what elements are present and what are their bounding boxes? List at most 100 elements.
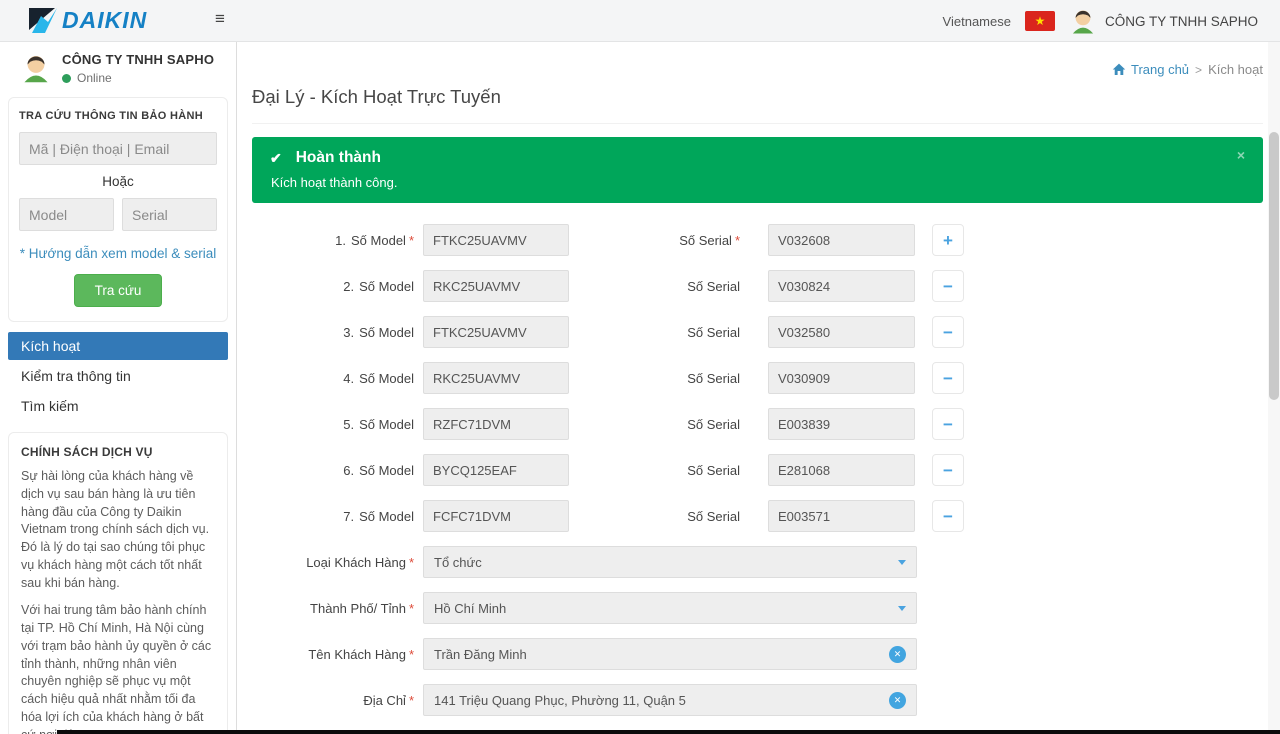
model-input[interactable] [423, 316, 569, 348]
remove-row-button[interactable]: − [932, 362, 964, 394]
field-input[interactable]: Trần Đăng Minh ✕ [423, 638, 917, 670]
lookup-model-input[interactable] [19, 198, 114, 231]
bottom-edge-strip [57, 730, 1280, 734]
hamburger-menu-icon[interactable]: ≡ [215, 9, 225, 29]
or-label: Hoặc [19, 174, 217, 189]
remove-row-button[interactable]: − [932, 316, 964, 348]
add-row-button[interactable]: + [932, 224, 964, 256]
field-value: 141 Triệu Quang Phục, Phường 11, Quận 5 [434, 693, 881, 708]
clear-field-icon[interactable]: ✕ [889, 692, 906, 709]
alert-close-icon[interactable]: × [1237, 147, 1245, 163]
model-label: 2.Số Model [252, 279, 423, 294]
model-input[interactable] [423, 454, 569, 486]
scrollbar-thumb[interactable] [1269, 132, 1279, 400]
product-row: 2.Số Model Số Serial − [252, 270, 1263, 302]
serial-label: Số Serial* [569, 233, 768, 248]
field-label: Thành Phố/ Tỉnh* [252, 601, 423, 616]
daikin-logo-icon [28, 7, 58, 34]
sidebar-menu-item[interactable]: Tìm kiếm [8, 392, 228, 420]
breadcrumb-home-link[interactable]: Trang chủ [1112, 62, 1189, 77]
product-row: 4.Số ModelSố Serial− [252, 362, 1263, 394]
serial-input[interactable] [768, 224, 915, 256]
avatar [20, 52, 52, 84]
main-content: Trang chủ > Kích hoạt Đại Lý - Kích Hoạt… [237, 42, 1280, 734]
serial-input[interactable] [768, 362, 915, 394]
customer-field-row: Loại Khách Hàng* Tổ chức [252, 546, 1263, 578]
model-label: 7.Số Model [252, 509, 423, 524]
sidebar-menu: Kích hoạtKiểm tra thông tinTìm kiếm [8, 332, 228, 420]
field-value: Tổ chức [434, 555, 890, 570]
sidebar-user-panel: CÔNG TY TNHH SAPHO Online [0, 42, 236, 91]
customer-field-row: Thành Phố/ Tỉnh* Hồ Chí Minh [252, 592, 1263, 624]
product-row: 7.Số Model Số Serial − [252, 500, 1263, 532]
warranty-lookup-panel: TRA CỨU THÔNG TIN BẢO HÀNH Hoặc * Hướng … [8, 97, 228, 322]
clear-field-icon[interactable]: ✕ [889, 646, 906, 663]
sidebar-menu-item[interactable]: Kiểm tra thông tin [8, 362, 228, 390]
field-input[interactable]: 141 Triệu Quang Phục, Phường 11, Quận 5 ✕ [423, 684, 917, 716]
activation-form: 1.Số Model* Số Serial* +2.Số Model Số Seria… [252, 224, 1263, 734]
page-scrollbar[interactable] [1268, 42, 1280, 734]
field-label: Địa Chỉ* [252, 693, 423, 708]
success-alert: ✔ Hoàn thành Kích hoạt thành công. × [252, 137, 1263, 203]
brand-text: DAIKIN [62, 7, 147, 34]
policy-paragraph: Với hai trung tâm bảo hành chính tại TP.… [21, 602, 215, 734]
field-value: Trần Đăng Minh [434, 647, 881, 662]
user-menu[interactable]: CÔNG TY TNHH SAPHO [1069, 7, 1258, 35]
model-label: 5.Số Model [252, 417, 423, 432]
serial-label: Số Serial [569, 371, 768, 386]
serial-label: Số Serial [569, 325, 768, 340]
serial-label: Số Serial [569, 279, 768, 294]
serial-input[interactable] [768, 270, 915, 302]
sidebar-menu-item[interactable]: Kích hoạt [8, 332, 228, 360]
serial-input[interactable] [768, 316, 915, 348]
model-serial-guide-link[interactable]: * Hướng dẫn xem model & serial [19, 246, 217, 261]
alert-message: Kích hoạt thành công. [271, 175, 1245, 190]
alert-title: Hoàn thành [296, 149, 381, 167]
field-label: Tên Khách Hàng* [252, 647, 423, 662]
chevron-down-icon [898, 560, 906, 565]
remove-row-button[interactable]: − [932, 408, 964, 440]
lookup-serial-input[interactable] [122, 198, 217, 231]
sidebar-user-name: CÔNG TY TNHH SAPHO [62, 52, 214, 67]
lookup-panel-title: TRA CỨU THÔNG TIN BẢO HÀNH [19, 110, 217, 122]
serial-label: Số Serial [569, 417, 768, 432]
breadcrumb: Trang chủ > Kích hoạt [252, 62, 1263, 77]
model-input[interactable] [423, 270, 569, 302]
model-input[interactable] [423, 500, 569, 532]
serial-label: Số Serial [569, 463, 768, 478]
page-title: Đại Lý - Kích Hoạt Trực Tuyến [252, 86, 1263, 124]
serial-input[interactable] [768, 454, 915, 486]
serial-label: Số Serial [569, 509, 768, 524]
product-row: 1.Số Model* Số Serial* + [252, 224, 1263, 256]
serial-input[interactable] [768, 408, 915, 440]
field-select[interactable]: Hồ Chí Minh [423, 592, 917, 624]
customer-field-row: Tên Khách Hàng* Trần Đăng Minh ✕ [252, 638, 1263, 670]
online-status-icon [62, 74, 71, 83]
remove-row-button[interactable]: − [932, 454, 964, 486]
remove-row-button[interactable]: − [932, 500, 964, 532]
model-input[interactable] [423, 362, 569, 394]
field-value: Hồ Chí Minh [434, 601, 890, 616]
lookup-code-input[interactable] [19, 132, 217, 165]
field-label: Loại Khách Hàng* [252, 555, 423, 570]
policy-paragraph: Sự hài lòng của khách hàng về dịch vụ sa… [21, 468, 215, 592]
product-row: 6.Số ModelSố Serial− [252, 454, 1263, 486]
breadcrumb-separator: > [1195, 63, 1202, 77]
field-select[interactable]: Tổ chức [423, 546, 917, 578]
daikin-logo[interactable]: DAIKIN [28, 7, 147, 34]
model-input[interactable] [423, 408, 569, 440]
online-status-label: Online [77, 71, 112, 85]
remove-row-button[interactable]: − [932, 270, 964, 302]
model-input[interactable] [423, 224, 569, 256]
chevron-down-icon [898, 606, 906, 611]
vietnam-flag-icon[interactable]: ★ [1025, 11, 1055, 31]
customer-field-row: Địa Chỉ*141 Triệu Quang Phục, Phường 11,… [252, 684, 1263, 716]
top-navbar: DAIKIN ≡ Vietnamese ★ CÔNG TY TNHH SAPHO [0, 0, 1280, 42]
model-label: 1.Số Model* [252, 233, 423, 248]
lookup-submit-button[interactable]: Tra cứu [74, 274, 163, 307]
top-user-name: CÔNG TY TNHH SAPHO [1105, 14, 1258, 29]
serial-input[interactable] [768, 500, 915, 532]
breadcrumb-current: Kích hoạt [1208, 62, 1263, 77]
model-label: 3.Số Model [252, 325, 423, 340]
language-label[interactable]: Vietnamese [943, 14, 1011, 29]
